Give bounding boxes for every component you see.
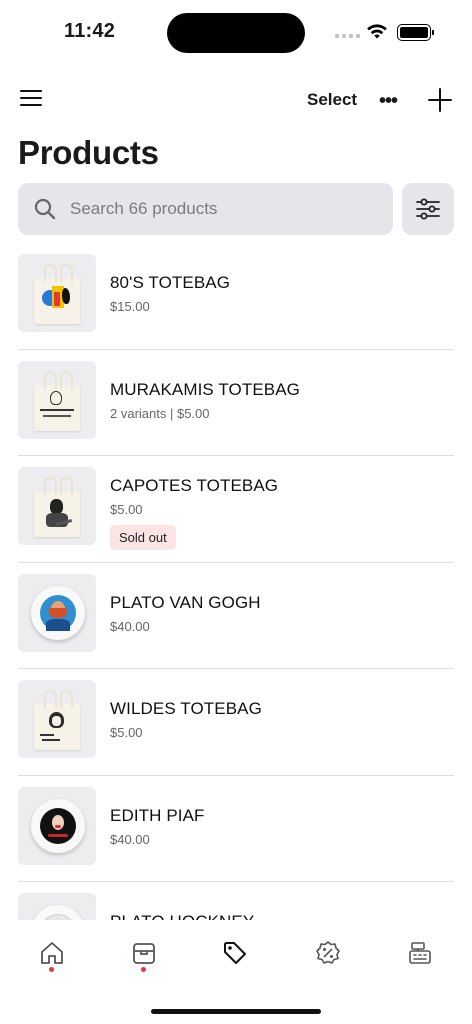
search-bar[interactable] xyxy=(18,183,393,235)
more-options-icon[interactable]: ••• xyxy=(379,90,398,113)
product-name: EDITH PIAF xyxy=(110,805,205,825)
product-name: PLATO HOCKNEY xyxy=(110,912,254,920)
product-meta: $15.00 xyxy=(110,299,150,314)
discount-icon[interactable] xyxy=(315,940,341,966)
product-name: WILDES TOTEBAG xyxy=(110,699,262,718)
select-button[interactable]: Select xyxy=(307,90,357,110)
product-row[interactable]: PLATO VAN GOGH $40.00 xyxy=(18,563,454,669)
product-row[interactable]: PLATO HOCKNEY xyxy=(18,882,454,920)
product-name: CAPOTES TOTEBAG xyxy=(110,476,279,495)
search-input[interactable] xyxy=(70,199,360,219)
product-row[interactable]: WILDES TOTEBAG $5.00 xyxy=(18,669,454,776)
product-name: PLATO VAN GOGH xyxy=(110,592,261,612)
product-row[interactable]: CAPOTES TOTEBAG $5.00 Sold out xyxy=(18,456,454,563)
navigation-bar: Select ••• xyxy=(0,84,472,116)
add-product-icon[interactable] xyxy=(428,88,452,112)
product-row[interactable]: 80'S TOTEBAG $15.00 xyxy=(18,243,454,350)
cellular-signal-icon xyxy=(335,34,360,38)
status-bar: 11:42 xyxy=(0,0,472,64)
product-meta: $5.00 xyxy=(110,725,143,740)
product-thumbnail xyxy=(18,680,96,758)
home-notification-dot xyxy=(49,967,54,972)
product-name: 80'S TOTEBAG xyxy=(110,273,231,292)
product-name: MURAKAMIS TOTEBAG xyxy=(110,379,300,399)
home-icon[interactable] xyxy=(39,940,65,966)
tag-icon[interactable] xyxy=(222,940,248,966)
home-indicator xyxy=(151,1009,321,1014)
product-meta: $5.00 xyxy=(110,502,143,517)
orders-notification-dot xyxy=(141,967,146,972)
product-meta: $40.00 xyxy=(110,618,150,634)
cash-register-icon[interactable] xyxy=(407,940,433,966)
product-thumbnail xyxy=(18,360,96,439)
filter-button[interactable] xyxy=(402,183,454,235)
product-thumbnail xyxy=(18,786,96,865)
search-icon xyxy=(34,198,56,220)
product-thumbnail xyxy=(18,254,96,332)
product-list: 80'S TOTEBAG $15.00 MURAKAMIS TOTEBAG 2 … xyxy=(18,243,454,920)
product-thumbnail xyxy=(18,467,96,545)
status-time: 11:42 xyxy=(64,20,116,42)
product-thumbnail xyxy=(18,893,96,920)
dynamic-island xyxy=(167,13,305,53)
product-row[interactable]: EDITH PIAF $40.00 xyxy=(18,776,454,882)
product-meta: $40.00 xyxy=(110,831,150,847)
product-meta: 2 variants | $5.00 xyxy=(110,405,210,421)
product-thumbnail xyxy=(18,573,96,652)
sold-out-badge: Sold out xyxy=(110,525,176,550)
hamburger-menu-icon[interactable] xyxy=(20,90,42,110)
orders-box-icon[interactable] xyxy=(131,940,157,966)
battery-icon xyxy=(397,24,434,41)
sliders-filter-icon xyxy=(416,198,440,220)
wifi-icon xyxy=(367,24,387,39)
page-title: Products xyxy=(18,134,159,171)
product-row[interactable]: MURAKAMIS TOTEBAG 2 variants | $5.00 xyxy=(18,350,454,456)
